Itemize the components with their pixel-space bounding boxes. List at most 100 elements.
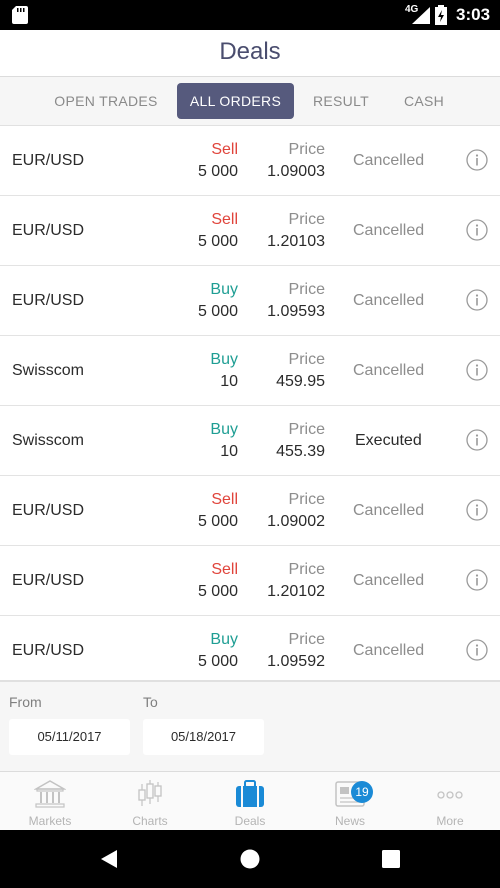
info-icon[interactable]: [466, 639, 488, 661]
order-quantity: 5 000: [197, 303, 238, 320]
tab-open-trades[interactable]: OPEN TRADES: [48, 83, 164, 119]
price-label: Price: [288, 491, 325, 508]
instrument-name: EUR/USD: [12, 502, 85, 519]
order-row[interactable]: EUR/USD Sell 5 000 Price 1.20102 Cancell…: [0, 546, 500, 616]
nav-more[interactable]: More: [400, 772, 500, 830]
order-status: Cancelled: [353, 502, 425, 519]
instrument-name: EUR/USD: [12, 292, 85, 309]
order-quantity: 5 000: [197, 583, 238, 600]
info-icon[interactable]: [466, 359, 488, 381]
home-icon[interactable]: [240, 849, 260, 869]
order-side: Sell: [211, 561, 238, 578]
nav-news[interactable]: News: [300, 772, 400, 830]
order-price: 1.09003: [267, 163, 325, 180]
price-label: Price: [288, 561, 325, 578]
tab-bar: OPEN TRADES ALL ORDERS RESULT CASH: [0, 77, 500, 126]
nav-label: More: [436, 814, 464, 828]
order-row[interactable]: Swisscom Buy 10 Price 459.95 Cancelled: [0, 336, 500, 406]
back-icon[interactable]: [99, 849, 119, 869]
order-quantity: 10: [220, 443, 238, 460]
briefcase-icon: [236, 780, 264, 807]
order-price: 1.09002: [267, 513, 325, 530]
tab-result[interactable]: RESULT: [304, 83, 378, 119]
order-status: Cancelled: [353, 572, 425, 589]
order-side: Buy: [210, 631, 238, 648]
sd-card-icon: [12, 6, 28, 24]
info-icon[interactable]: [466, 219, 488, 241]
to-label: To: [143, 694, 158, 710]
instrument-name: EUR/USD: [12, 642, 85, 659]
price-label: Price: [288, 141, 325, 158]
tab-all-orders[interactable]: ALL ORDERS: [177, 83, 294, 119]
price-label: Price: [288, 421, 325, 438]
nav-label: News: [334, 814, 365, 828]
from-label: From: [9, 694, 42, 710]
order-quantity: 5 000: [197, 163, 238, 180]
nav-charts[interactable]: Charts: [100, 772, 200, 830]
price-label: Price: [288, 281, 325, 298]
news-badge: 19: [351, 781, 373, 803]
signal-icon: [412, 7, 430, 24]
info-icon[interactable]: [466, 499, 488, 521]
order-quantity: 10: [220, 373, 238, 390]
price-label: Price: [288, 351, 325, 368]
order-row[interactable]: EUR/USD Buy 5 000 Price 1.09593 Cancelle…: [0, 266, 500, 336]
order-quantity: 5 000: [197, 513, 238, 530]
info-icon[interactable]: [466, 149, 488, 171]
order-status: Executed: [355, 432, 422, 449]
instrument-name: EUR/USD: [12, 152, 85, 169]
order-row[interactable]: EUR/USD Buy 5 000 Price 1.09592 Cancelle…: [0, 616, 500, 686]
order-price: 1.09592: [267, 653, 325, 670]
order-price: 1.09593: [267, 303, 325, 320]
nav-label: Deals: [234, 814, 266, 828]
order-status: Cancelled: [353, 292, 425, 309]
orders-list: EUR/USD Sell 5 000 Price 1.09003 Cancell…: [0, 126, 500, 686]
order-side: Buy: [210, 421, 238, 438]
header: Deals: [0, 30, 500, 77]
order-row[interactable]: EUR/USD Sell 5 000 Price 1.09003 Cancell…: [0, 126, 500, 196]
instrument-name: Swisscom: [12, 362, 85, 379]
order-side: Buy: [210, 281, 238, 298]
info-icon[interactable]: [466, 569, 488, 591]
nav-label: Charts: [132, 814, 168, 828]
instrument-name: EUR/USD: [12, 222, 85, 239]
bottom-nav: Markets Charts Deals News More: [0, 771, 500, 830]
status-bar: 4G 3:03: [0, 0, 500, 30]
nav-label: Markets: [28, 814, 72, 828]
more-dots-icon: [437, 791, 463, 799]
order-quantity: 5 000: [197, 233, 238, 250]
order-row[interactable]: EUR/USD Sell 5 000 Price 1.20103 Cancell…: [0, 196, 500, 266]
tab-cash[interactable]: CASH: [392, 83, 456, 119]
instrument-name: EUR/USD: [12, 572, 85, 589]
order-status: Cancelled: [353, 362, 425, 379]
order-side: Sell: [211, 141, 238, 158]
order-quantity: 5 000: [197, 653, 238, 670]
info-icon[interactable]: [466, 289, 488, 311]
recents-icon[interactable]: [382, 850, 400, 868]
order-price: 455.39: [276, 443, 325, 460]
info-icon[interactable]: [466, 429, 488, 451]
order-side: Sell: [211, 491, 238, 508]
order-row[interactable]: Swisscom Buy 10 Price 455.39 Executed: [0, 406, 500, 476]
order-row[interactable]: EUR/USD Sell 5 000 Price 1.09002 Cancell…: [0, 476, 500, 546]
nav-deals[interactable]: Deals: [200, 772, 300, 830]
order-status: Cancelled: [353, 642, 425, 659]
order-price: 459.95: [276, 373, 325, 390]
page-title: Deals: [219, 38, 281, 65]
candlestick-icon: [138, 780, 162, 806]
nav-markets[interactable]: Markets: [0, 772, 100, 830]
date-filter: From 05/11/2017 To 05/18/2017: [0, 680, 500, 772]
price-label: Price: [288, 211, 325, 228]
instrument-name: Swisscom: [12, 432, 85, 449]
to-date-field[interactable]: 05/18/2017: [143, 719, 264, 755]
order-side: Sell: [211, 211, 238, 228]
from-date-field[interactable]: 05/11/2017: [9, 719, 130, 755]
battery-icon: [435, 5, 447, 25]
system-nav-bar: [0, 830, 500, 888]
bank-icon: [34, 780, 66, 808]
clock: 3:03: [456, 5, 491, 24]
order-side: Buy: [210, 351, 238, 368]
order-price: 1.20103: [267, 233, 325, 250]
order-price: 1.20102: [267, 583, 325, 600]
order-status: Cancelled: [353, 222, 425, 239]
